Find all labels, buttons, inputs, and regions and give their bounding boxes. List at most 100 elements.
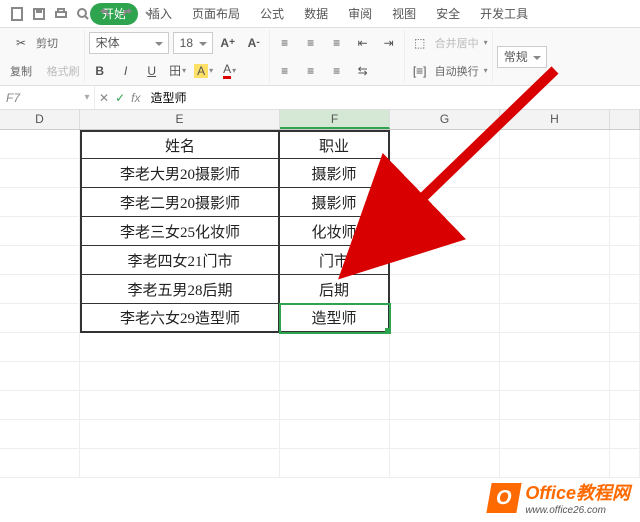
tab-devtools[interactable]: 开发工具: [470, 0, 538, 28]
cell[interactable]: 门市: [280, 246, 390, 275]
cell[interactable]: [0, 333, 80, 362]
italic-button[interactable]: I: [115, 60, 137, 82]
print-icon[interactable]: [52, 5, 70, 23]
tab-layout[interactable]: 页面布局: [182, 0, 250, 28]
font-name-combo[interactable]: 宋体: [89, 32, 169, 54]
cell[interactable]: [280, 420, 390, 449]
cell[interactable]: [500, 275, 610, 304]
cell[interactable]: 后期: [280, 275, 390, 304]
active-cell[interactable]: 造型师: [280, 304, 390, 333]
cell[interactable]: [280, 391, 390, 420]
cell[interactable]: 摄影师: [280, 159, 390, 188]
cell[interactable]: [390, 449, 500, 478]
undo-icon[interactable]: [96, 5, 114, 23]
align-middle-icon[interactable]: ≡: [300, 32, 322, 54]
cell[interactable]: [0, 217, 80, 246]
cell[interactable]: [390, 275, 500, 304]
cell[interactable]: [280, 362, 390, 391]
dropdown-icon[interactable]: [140, 5, 158, 23]
indent-increase-icon[interactable]: ⇥: [378, 32, 400, 54]
number-format-combo[interactable]: 常规: [497, 46, 547, 68]
grow-font-button[interactable]: A+: [217, 32, 239, 54]
cut-label[interactable]: 剪切: [36, 35, 58, 51]
blank-icon[interactable]: [8, 5, 26, 23]
cell[interactable]: [80, 362, 280, 391]
cell[interactable]: 摄影师: [280, 188, 390, 217]
cell[interactable]: [0, 130, 80, 159]
redo-icon[interactable]: [118, 5, 136, 23]
bold-button[interactable]: B: [89, 60, 111, 82]
cell[interactable]: [0, 420, 80, 449]
cell[interactable]: 李老二男20摄影师: [80, 188, 280, 217]
indent-decrease-icon[interactable]: ⇤: [352, 32, 374, 54]
cell[interactable]: [280, 449, 390, 478]
cell[interactable]: [80, 420, 280, 449]
tab-data[interactable]: 数据: [294, 0, 338, 28]
tab-view[interactable]: 视图: [382, 0, 426, 28]
cell[interactable]: [280, 333, 390, 362]
wrap-icon[interactable]: [≡]: [409, 60, 431, 82]
font-color-button[interactable]: A▾: [219, 60, 241, 82]
cell[interactable]: [390, 130, 500, 159]
cell[interactable]: [500, 449, 610, 478]
underline-button[interactable]: U: [141, 60, 163, 82]
cell[interactable]: [0, 188, 80, 217]
cell[interactable]: [390, 304, 500, 333]
cell[interactable]: [610, 449, 640, 478]
cell[interactable]: 李老四女21门市: [80, 246, 280, 275]
col-header-e[interactable]: E: [80, 110, 280, 129]
cell[interactable]: [610, 159, 640, 188]
cell[interactable]: [390, 159, 500, 188]
cell[interactable]: [500, 420, 610, 449]
merge-icon[interactable]: ⬚: [409, 32, 431, 54]
cell[interactable]: [0, 304, 80, 333]
cell-header-name[interactable]: 姓名: [80, 130, 280, 159]
cell[interactable]: [610, 333, 640, 362]
tab-review[interactable]: 审阅: [338, 0, 382, 28]
cell[interactable]: 李老六女29造型师: [80, 304, 280, 333]
cell[interactable]: [0, 449, 80, 478]
cell[interactable]: 李老三女25化妆师: [80, 217, 280, 246]
shrink-font-button[interactable]: A-: [243, 32, 265, 54]
cell[interactable]: [80, 391, 280, 420]
namebox-dropdown-icon[interactable]: ▾: [80, 92, 94, 103]
cell[interactable]: [610, 391, 640, 420]
cell[interactable]: [0, 246, 80, 275]
scissors-icon[interactable]: ✂: [10, 32, 32, 54]
col-header-h[interactable]: H: [500, 110, 610, 129]
cell[interactable]: [0, 391, 80, 420]
cell[interactable]: [0, 159, 80, 188]
cell[interactable]: [390, 246, 500, 275]
cell[interactable]: [500, 188, 610, 217]
align-right-icon[interactable]: ≡: [326, 60, 348, 82]
align-bottom-icon[interactable]: ≡: [326, 32, 348, 54]
orientation-icon[interactable]: ⇆: [352, 60, 374, 82]
cell[interactable]: [500, 362, 610, 391]
cell[interactable]: [500, 304, 610, 333]
cell[interactable]: [610, 362, 640, 391]
align-center-icon[interactable]: ≡: [300, 60, 322, 82]
align-top-icon[interactable]: ≡: [274, 32, 296, 54]
font-size-combo[interactable]: 18: [173, 32, 213, 54]
cell[interactable]: [390, 420, 500, 449]
cell[interactable]: [390, 333, 500, 362]
align-left-icon[interactable]: ≡: [274, 60, 296, 82]
cell[interactable]: [610, 188, 640, 217]
cell[interactable]: [500, 246, 610, 275]
tab-security[interactable]: 安全: [426, 0, 470, 28]
cancel-icon[interactable]: ✕: [99, 91, 109, 105]
copy-label[interactable]: 复制: [10, 63, 32, 79]
cell[interactable]: [610, 275, 640, 304]
cell[interactable]: [610, 246, 640, 275]
cell[interactable]: [610, 304, 640, 333]
cell[interactable]: 化妆师: [280, 217, 390, 246]
wrap-label[interactable]: 自动换行: [435, 63, 479, 79]
col-header-f[interactable]: F: [280, 110, 390, 129]
cell[interactable]: [500, 159, 610, 188]
preview-icon[interactable]: [74, 5, 92, 23]
col-header-d[interactable]: D: [0, 110, 80, 129]
cell[interactable]: [500, 130, 610, 159]
confirm-icon[interactable]: ✓: [115, 91, 125, 105]
cell[interactable]: [80, 449, 280, 478]
col-header-g[interactable]: G: [390, 110, 500, 129]
